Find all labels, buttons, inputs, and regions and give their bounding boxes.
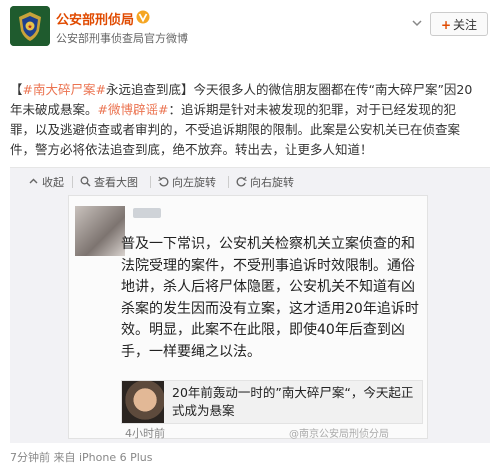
collapse-icon — [29, 178, 38, 184]
screenshot-message-text: 普及一下常识，公安机关检察机关立案侦查的和法院受理的案件，不受刑事追诉时效限制。… — [121, 236, 419, 360]
blurred-avatar — [75, 206, 125, 256]
hashtag-link[interactable]: #微博辟谣# — [98, 102, 169, 117]
magnify-icon — [80, 176, 91, 187]
news-link-card: 20年前轰动一时的”南大碎尸案“，今天起正式成为悬案 — [121, 380, 423, 424]
media-expanded-panel: 收起 查看大图 向左旋转 向右旋转 普及一下常识，公安机关检察机关立案侦查的和法… — [10, 167, 490, 443]
screenshot-image[interactable]: 普及一下常识，公安机关检察机关立案侦查的和法院受理的案件，不受刑事追诉时效限制。… — [68, 195, 428, 440]
collapse-button[interactable]: 收起 — [28, 174, 64, 190]
follow-button[interactable]: + 关注 — [430, 12, 488, 36]
rotate-right-label: 向右旋转 — [250, 176, 294, 189]
account-description: 公安部刑事侦查局官方微博 — [56, 32, 188, 45]
verified-icon — [136, 10, 150, 24]
follow-label: 关注 — [453, 18, 478, 32]
police-badge-icon: ★ — [10, 6, 50, 46]
hashtag-link[interactable]: #南大碎尸案# — [23, 82, 106, 97]
news-thumbnail — [122, 381, 164, 423]
rotate-left-icon — [158, 176, 169, 187]
blurred-username — [133, 208, 161, 218]
post-meta: 7分钟前 来自 iPhone 6 Plus — [10, 451, 153, 464]
account-name[interactable]: 公安部刑侦局 — [56, 9, 134, 28]
view-large-button[interactable]: 查看大图 — [80, 174, 138, 190]
rotate-right-icon — [236, 176, 247, 187]
news-card-title: 20年前轰动一时的”南大碎尸案“，今天起正式成为悬案 — [172, 385, 414, 418]
rotate-left-button[interactable]: 向左旋转 — [158, 174, 216, 190]
rotate-right-button[interactable]: 向右旋转 — [236, 174, 294, 190]
divider — [72, 176, 73, 188]
chevron-down-icon[interactable] — [412, 18, 422, 28]
divider — [150, 176, 151, 188]
bracket: 【 — [10, 82, 23, 97]
avatar[interactable]: ★ — [10, 6, 50, 46]
screenshot-timestamp: 4小时前 — [125, 427, 165, 440]
rotate-left-label: 向左旋转 — [172, 176, 216, 189]
post-text: 【#南大碎尸案#永远追查到底】今天很多人的微信朋友圈都在传“南大碎尸案”因20年… — [10, 80, 480, 160]
view-large-label: 查看大图 — [94, 176, 138, 189]
collapse-label: 收起 — [42, 176, 64, 189]
svg-text:★: ★ — [27, 24, 32, 31]
post-header: ★ 公安部刑侦局 公安部刑事侦查局官方微博 + 关注 — [0, 0, 500, 52]
watermark: @南京公安局刑侦分局 — [289, 429, 389, 440]
divider — [228, 176, 229, 188]
plus-icon: + — [440, 18, 452, 32]
